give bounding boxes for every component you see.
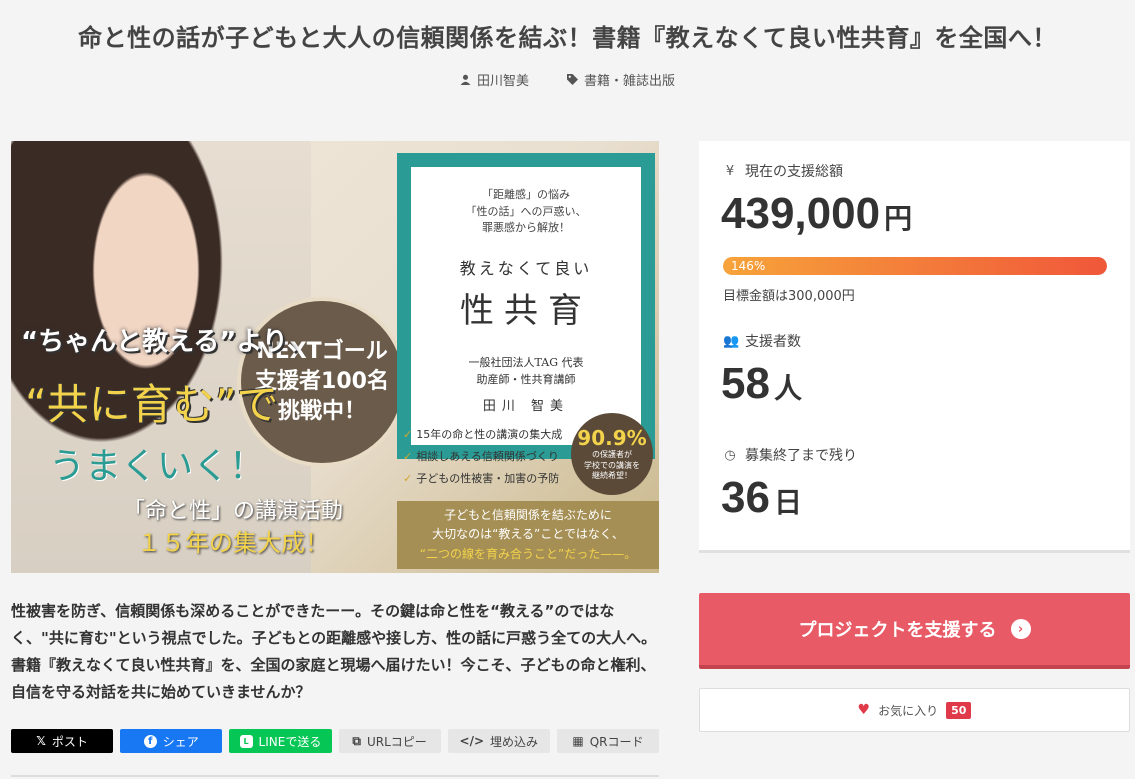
hero-line-3: うまくいく！ [49, 446, 266, 487]
category-link[interactable]: 書籍・雑誌出版 [567, 70, 675, 89]
line-icon: L [239, 734, 253, 748]
user-icon [460, 74, 471, 85]
total-amount: 439,000 円 [721, 189, 912, 239]
users-icon: 👥 [723, 333, 740, 349]
project-description: 性被害を防ぎ、信頼関係も深めることができたーー。その鍵は命と性を“教える”のでは… [11, 602, 657, 701]
share-line-label: LINEで送る [258, 734, 322, 749]
supporters-unit: 人 [773, 373, 802, 404]
share-bar: 𝕏 ポスト f シェア L LINEで送る ⧉ URLコピー </> 埋め込み … [11, 729, 660, 753]
embed-button[interactable]: </> 埋め込み [447, 729, 550, 753]
support-project-button[interactable]: プロジェクトを支援する › [699, 593, 1130, 669]
progress-bar: 146% [723, 257, 1107, 275]
project-meta: 田川智美 書籍・雑誌出版 [0, 70, 1135, 89]
yen-icon: ¥ [725, 163, 735, 179]
hero-line-4: 「命と性」の講演活動 [123, 499, 344, 524]
hero-caption: 子どもと信頼関係を結ぶために 大切なのは“教える”ことではなく、 “二つの線を育… [397, 501, 659, 569]
divider [11, 775, 659, 777]
arrow-right-icon: › [1010, 619, 1031, 639]
hero-checklist: 15年の命と性の講演の集大成 相談しあえる信頼関係づくり 子どもの性被害・加害の… [403, 424, 573, 490]
caption-line-2: 大切なのは“教える”ことではなく、 [432, 527, 624, 542]
stat-badge: 90.9% の保護者が 学校での講演を 継続希望！ [571, 413, 653, 495]
code-icon: </> [459, 734, 485, 748]
supporters-count: 58 人 [721, 359, 802, 409]
share-x-button[interactable]: 𝕏 ポスト [11, 729, 114, 753]
book-org: 一般社団法人TAG 代表 助産師・性共育講師 [468, 355, 584, 387]
category-name: 書籍・雑誌出版 [584, 74, 676, 89]
favorite-count: 50 [946, 701, 972, 719]
favorite-button[interactable]: ♥ お気に入り 50 [699, 688, 1130, 732]
supporters-value: 58 [721, 359, 770, 408]
qr-code-label: QRコード [589, 734, 644, 749]
remaining-label: 募集終了まで残り [745, 448, 857, 464]
total-value: 439,000 [721, 189, 881, 238]
favorite-label: お気に入り [878, 703, 939, 718]
x-logo-icon: 𝕏 [36, 734, 46, 748]
total-label: 現在の支援総額 [745, 164, 843, 180]
support-label: プロジェクトを支援する [798, 620, 997, 641]
owner-link[interactable]: 田川智美 [460, 70, 529, 89]
caption-line-1: 子どもと信頼関係を結ぶために [444, 508, 612, 523]
remaining-label-row: ◷ 募集終了まで残り [723, 445, 857, 465]
book-author: 田川 智美 [482, 398, 570, 414]
heart-icon: ♥ [857, 702, 871, 718]
book-title: 性共育 [460, 290, 592, 331]
copy-url-button[interactable]: ⧉ URLコピー [338, 729, 441, 753]
goal-line-3: 挑戦中！ [277, 398, 366, 424]
check-item: 相談しあえる信頼関係づくり [403, 446, 573, 468]
hero-image: NEXTゴール 支援者100名 挑戦中！ 「距離感」の悩み 「性の話」への戸惑い… [11, 141, 659, 573]
progress-label: 146% [731, 259, 766, 273]
clock-icon: ◷ [724, 447, 736, 463]
qr-code-button[interactable]: ▦ QRコード [556, 729, 660, 753]
embed-label: 埋め込み [490, 734, 539, 749]
hero-line-2: “共に育む”で [25, 380, 279, 429]
share-facebook-label: シェア [162, 734, 199, 749]
qr-icon: ▦ [572, 734, 584, 748]
remaining-days: 36 日 [721, 473, 802, 523]
share-line-button[interactable]: L LINEで送る [229, 729, 332, 753]
badge-text: の保護者が 学校での講演を 継続希望！ [584, 450, 640, 481]
total-unit: 円 [884, 203, 913, 234]
book-subtitle: 教えなくて良い [459, 258, 593, 278]
check-item: 15年の命と性の講演の集大成 [403, 424, 573, 446]
remaining-unit: 日 [773, 487, 802, 518]
stats-card: ¥ 現在の支援総額 439,000 円 146% 目標金額は300,000円 👥… [699, 141, 1130, 553]
progress-fill: 146% [723, 257, 1107, 275]
hero-line-1: “ちゃんと教える”より、 [21, 327, 313, 357]
tag-icon [567, 74, 578, 85]
check-item: 子どもの性被害・加害の予防 [403, 468, 573, 490]
copy-url-label: URLコピー [366, 734, 427, 749]
supporters-label-row: 👥 支援者数 [723, 331, 801, 351]
remaining-value: 36 [721, 473, 770, 522]
facebook-icon: f [143, 734, 157, 748]
share-facebook-button[interactable]: f シェア [120, 729, 223, 753]
share-x-label: ポスト [51, 734, 88, 749]
caption-line-3: “二つの線を育み合うこと”だった——。 [419, 546, 637, 561]
book-tagline: 「距離感」の悩み 「性の話」への戸惑い、 罪悪感から解放！ [465, 188, 587, 234]
goal-amount: 目標金額は300,000円 [723, 289, 855, 304]
total-label-row: ¥ 現在の支援総額 [723, 161, 843, 181]
badge-number: 90.9% [577, 426, 647, 451]
supporters-label: 支援者数 [745, 334, 801, 350]
hero-line-5: １５年の集大成！ [137, 529, 329, 557]
copy-icon: ⧉ [352, 733, 361, 748]
owner-name: 田川智美 [476, 74, 529, 89]
project-title: 命と性の話が子どもと大人の信頼関係を結ぶ！書籍『教えなくて良い性共育』を全国へ！ [78, 24, 1057, 52]
